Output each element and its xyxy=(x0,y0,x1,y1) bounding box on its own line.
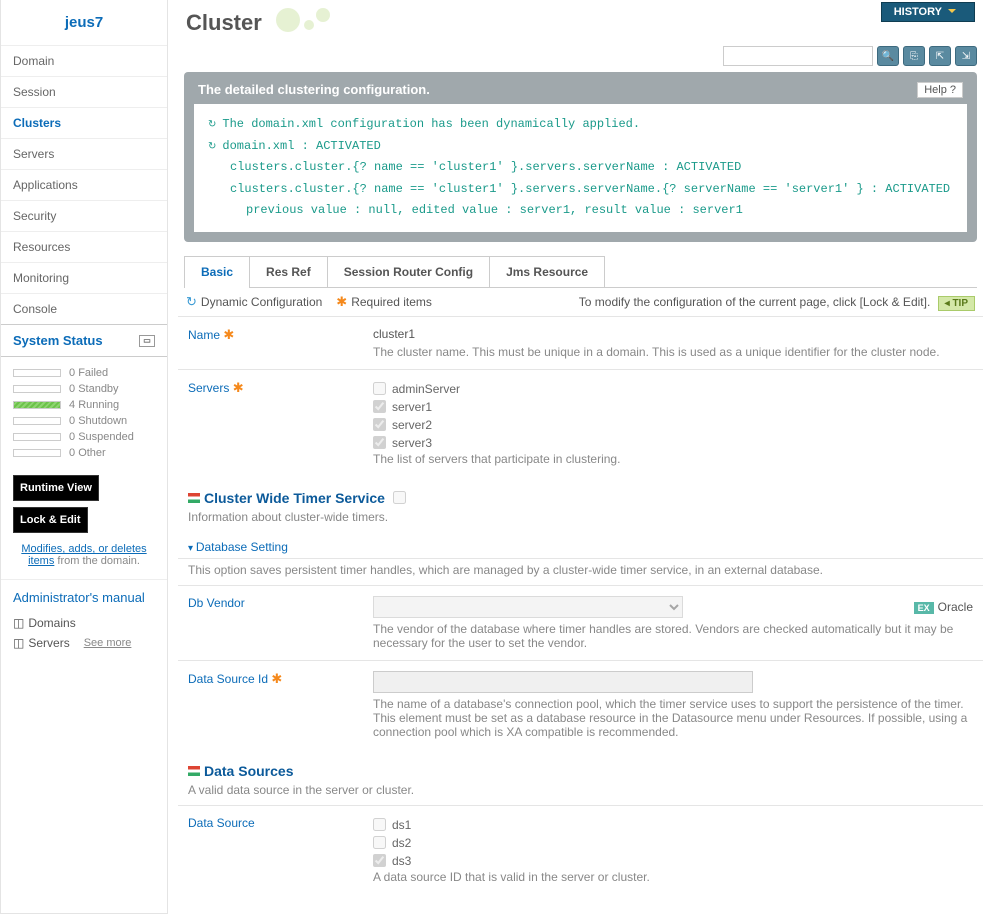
datasource-item-desc: A data source ID that is valid in the se… xyxy=(373,870,973,884)
status-running: 4 Running xyxy=(13,397,155,413)
system-status-header: System Status ▭ xyxy=(1,324,167,357)
refresh-icon: ↻ xyxy=(208,139,216,157)
search-icon[interactable]: 🔍 xyxy=(877,46,899,66)
tip-badge: ◂ TIP xyxy=(938,296,975,311)
tab-jms-resource[interactable]: Jms Resource xyxy=(489,256,605,287)
row-name: Name ✱ cluster1 The cluster name. This m… xyxy=(178,316,983,369)
db-setting-desc: This option saves persistent timer handl… xyxy=(178,563,983,585)
chk-ds1[interactable] xyxy=(373,818,386,831)
status-failed: 0 Failed xyxy=(13,365,155,381)
legend: ↻Dynamic Configuration ✱Required items T… xyxy=(178,288,983,316)
history-button[interactable]: HISTORY xyxy=(881,2,975,22)
manual-title: Administrator's manual xyxy=(13,590,155,605)
tabs: Basic Res Ref Session Router Config Jms … xyxy=(184,256,977,288)
required-icon: ✱ xyxy=(271,671,282,686)
dynamic-icon: ↻ xyxy=(186,294,197,310)
chk-server1[interactable] xyxy=(373,400,386,413)
datasources-desc: A valid data source in the server or clu… xyxy=(178,783,983,805)
book-icon: ◫ xyxy=(13,636,24,650)
required-icon: ✱ xyxy=(233,380,244,395)
nav-applications[interactable]: Applications xyxy=(1,169,167,200)
sidebar: jeus7 Domain Session Clusters Servers Ap… xyxy=(0,0,168,914)
refresh-icon: ↻ xyxy=(208,117,216,135)
page-title: Cluster xyxy=(178,0,983,46)
main: HISTORY Cluster 🔍 ⎘ ⇱ ⇲ The detailed clu… xyxy=(168,0,983,914)
status-suspended: 0 Suspended xyxy=(13,429,155,445)
row-ds-id: Data Source Id ✱ The name of a database'… xyxy=(178,660,983,749)
status-shutdown: 0 Shutdown xyxy=(13,413,155,429)
config-log: ↻The domain.xml configuration has been d… xyxy=(194,104,967,232)
row-db-vendor: Db Vendor EXOracle The vendor of the dat… xyxy=(178,585,983,660)
chk-server2[interactable] xyxy=(373,418,386,431)
ds-id-input[interactable] xyxy=(373,671,753,693)
name-desc: The cluster name. This must be unique in… xyxy=(373,345,973,359)
tab-session-router[interactable]: Session Router Config xyxy=(327,256,490,287)
chk-server3[interactable] xyxy=(373,436,386,449)
required-icon: ✱ xyxy=(336,294,347,310)
lock-edit-button[interactable]: Lock & Edit xyxy=(13,507,88,533)
nav-console[interactable]: Console xyxy=(1,293,167,324)
row-servers: Servers ✱ adminServer server1 server2 se… xyxy=(178,369,983,476)
help-button[interactable]: Help ? xyxy=(917,82,963,98)
nav-servers[interactable]: Servers xyxy=(1,138,167,169)
tip-text: To modify the configuration of the curre… xyxy=(579,295,931,309)
xml-upload-icon[interactable]: ⇱ xyxy=(929,46,951,66)
nav-resources[interactable]: Resources xyxy=(1,231,167,262)
nav-domain[interactable]: Domain xyxy=(1,45,167,76)
db-setting-toggle[interactable]: Database Setting xyxy=(178,532,983,559)
tab-res-ref[interactable]: Res Ref xyxy=(249,256,328,287)
nav-security[interactable]: Security xyxy=(1,200,167,231)
name-value: cluster1 xyxy=(373,327,973,341)
book-icon: ◫ xyxy=(13,616,24,630)
section-datasources: Data Sources xyxy=(178,749,983,783)
sidebar-desc: Modifies, adds, or deletes items from th… xyxy=(1,539,167,579)
manual-domains[interactable]: ◫Domains xyxy=(13,613,155,633)
logo: jeus7 xyxy=(1,0,167,45)
manual-servers[interactable]: ◫ServersSee more xyxy=(13,633,155,653)
chk-timer-enable[interactable] xyxy=(393,491,406,504)
status-standby: 0 Standby xyxy=(13,381,155,397)
servers-desc: The list of servers that participate in … xyxy=(373,452,973,466)
vendor-desc: The vendor of the database where timer h… xyxy=(373,622,973,650)
chk-ds3[interactable] xyxy=(373,854,386,867)
timer-desc: Information about cluster-wide timers. xyxy=(178,510,983,532)
nav-clusters[interactable]: Clusters xyxy=(1,107,167,138)
ex-badge: EX xyxy=(914,602,934,614)
status-other: 0 Other xyxy=(13,445,155,461)
chk-adminserver[interactable] xyxy=(373,382,386,395)
chk-ds2[interactable] xyxy=(373,836,386,849)
required-icon: ✱ xyxy=(223,327,234,342)
export-icon[interactable]: ⎘ xyxy=(903,46,925,66)
db-vendor-select[interactable] xyxy=(373,596,683,618)
search-input[interactable] xyxy=(723,46,873,66)
tab-basic[interactable]: Basic xyxy=(184,256,250,287)
dsid-desc: The name of a database's connection pool… xyxy=(373,697,973,739)
row-datasource: Data Source ds1 ds2 ds3 A data source ID… xyxy=(178,805,983,894)
status-list: 0 Failed 0 Standby 4 Running 0 Shutdown … xyxy=(1,357,167,469)
nav-session[interactable]: Session xyxy=(1,76,167,107)
runtime-view-button[interactable]: Runtime View xyxy=(13,475,99,501)
toolbar: 🔍 ⎘ ⇱ ⇲ xyxy=(178,46,983,72)
config-panel: The detailed clustering configuration. H… xyxy=(184,72,977,242)
xml-download-icon[interactable]: ⇲ xyxy=(955,46,977,66)
flag-icon xyxy=(188,766,200,776)
nav-monitoring[interactable]: Monitoring xyxy=(1,262,167,293)
flag-icon xyxy=(188,493,200,503)
nav: Domain Session Clusters Servers Applicat… xyxy=(1,45,167,324)
manual-section: Administrator's manual ◫Domains ◫Servers… xyxy=(1,579,167,663)
section-timer: Cluster Wide Timer Service xyxy=(178,476,983,510)
panel-title: The detailed clustering configuration. xyxy=(198,82,430,98)
monitor-icon: ▭ xyxy=(139,335,155,347)
see-more-link[interactable]: See more xyxy=(84,637,132,649)
decorative-circles xyxy=(276,10,336,30)
